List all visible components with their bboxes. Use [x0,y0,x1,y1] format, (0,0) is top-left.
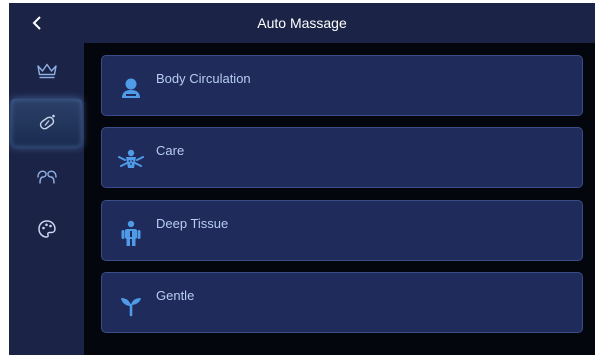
foot-massage-icon [36,170,57,184]
sidebar-item-crown[interactable] [9,47,84,95]
massage-roller-icon [39,114,55,130]
sidebar-item-massage[interactable] [11,99,82,147]
header-bar: Auto Massage [9,3,595,43]
person-standing-icon [114,216,148,250]
sidebar [9,43,84,355]
care-figure-icon [114,143,148,177]
program-card-care[interactable]: Care [101,127,583,188]
program-label: Care [156,143,185,158]
program-label: Deep Tissue [156,216,229,231]
app-screen: Auto Massage Body Circulation Care Deep … [9,3,595,355]
sidebar-item-theme[interactable] [9,205,84,253]
program-card-body-circulation[interactable]: Body Circulation [101,55,583,116]
program-label: Body Circulation [156,71,251,86]
person-bust-icon [114,71,148,105]
program-label: Gentle [156,288,195,303]
palette-icon [37,220,56,238]
back-button[interactable] [17,9,57,37]
program-card-deep-tissue[interactable]: Deep Tissue [101,200,583,261]
sidebar-item-foot[interactable] [9,153,84,201]
sprout-icon [114,288,148,322]
chevron-left-icon [32,16,41,30]
page-title: Auto Massage [257,15,347,31]
program-card-gentle[interactable]: Gentle [101,272,583,333]
crown-icon [36,63,57,79]
